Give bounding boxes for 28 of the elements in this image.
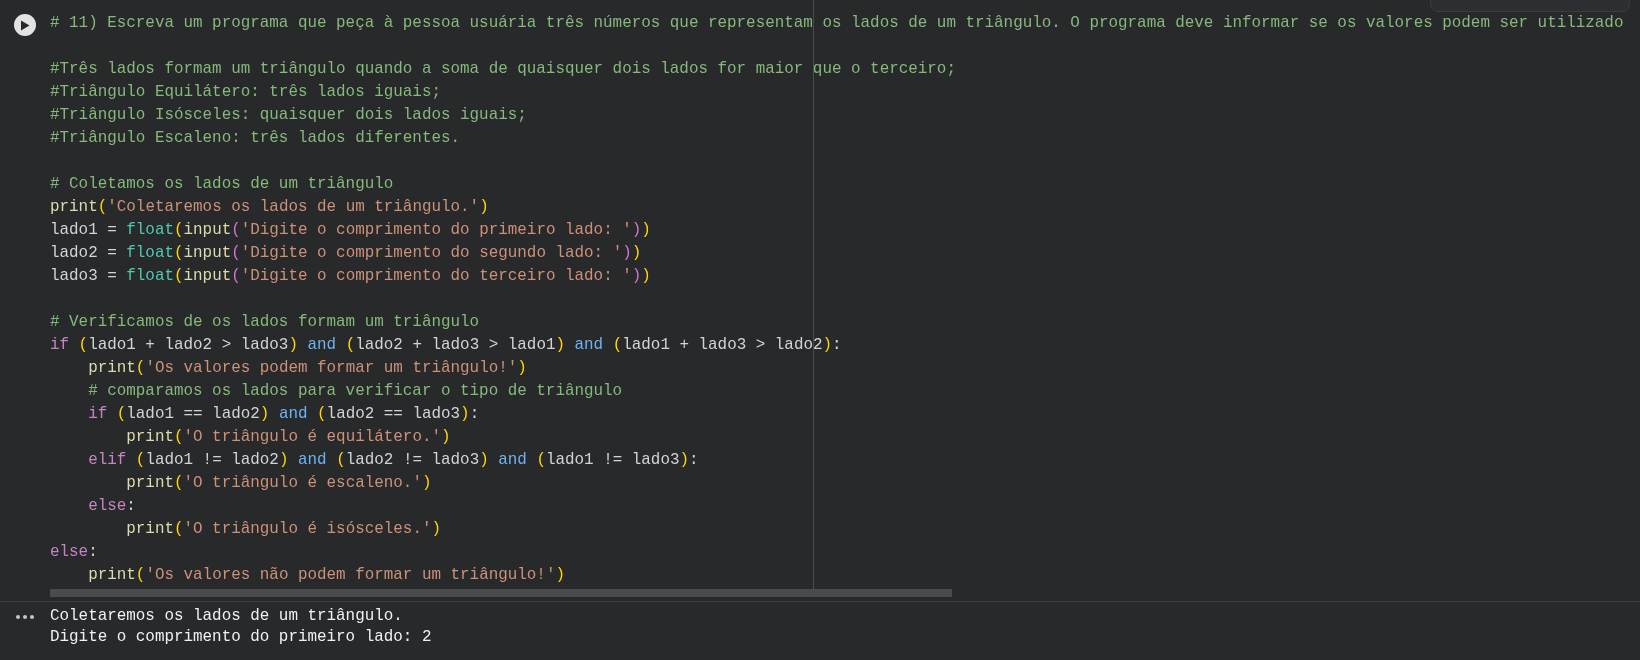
code-line: lado2 = float(input('Digite o comprimento do segundo lado: ')) <box>50 243 642 264</box>
code-line: print('Os valores podem formar um triângulo!') <box>88 358 527 379</box>
code-line: else: <box>50 542 98 563</box>
code-line: lado3 = float(input('Digite o comprimento do terceiro lado: ')) <box>50 266 651 287</box>
code-comment: # Verificamos de os lados formam um triângulo <box>50 312 480 333</box>
code-comment: #Triângulo Equilátero: três lados iguais; <box>50 82 441 103</box>
code-line: if (lado1 + lado2 > lado3) and (lado2 + lado3 > lado1) and (lado1 + lado3 > lado2): <box>50 335 842 356</box>
code-line: print('O triângulo é escaleno.') <box>126 473 432 494</box>
horizontal-scrollbar[interactable] <box>50 589 952 597</box>
play-icon <box>20 19 30 31</box>
code-comment: #Três lados formam um triângulo quando a soma de quaisquer dois lados for maior que o terceiro; <box>50 59 956 80</box>
code-comment: # comparamos os lados para verificar o tipo de triângulo <box>88 381 623 402</box>
code-line: else: <box>88 496 136 517</box>
code-line: print('O triângulo é equilátero.') <box>126 427 451 448</box>
code-line: print('Os valores não podem formar um triângulo!') <box>88 565 565 586</box>
code-comment: # Coletamos os lados de um triângulo <box>50 174 394 195</box>
code-line: if (lado1 == lado2) and (lado2 == lado3): <box>88 404 480 425</box>
output-line: Coletaremos os lados de um triângulo. <box>50 606 403 627</box>
code-line: print('Coletaremos os lados de um triângulo.') <box>50 197 489 218</box>
code-comment: # 11) Escreva um programa que peça à pessoa usuária três números que representam os lados de um triângulo. O programa deve informar se os valores podem ser utilizado <box>50 13 1624 34</box>
code-line: print('O triângulo é isósceles.') <box>126 519 441 540</box>
code-line: elif (lado1 != lado2) and (lado2 != lado3) and (lado1 != lado3): <box>88 450 699 471</box>
code-line: lado1 = float(input('Digite o comprimento do primeiro lado: ')) <box>50 220 651 241</box>
code-comment: #Triângulo Isósceles: quaisquer dois lados iguais; <box>50 105 527 126</box>
code-comment: #Triângulo Escaleno: três lados diferentes. <box>50 128 461 149</box>
run-button[interactable] <box>14 14 36 36</box>
more-icon[interactable] <box>16 615 34 619</box>
output-line: Digite o comprimento do primeiro lado: 2 <box>50 627 432 648</box>
